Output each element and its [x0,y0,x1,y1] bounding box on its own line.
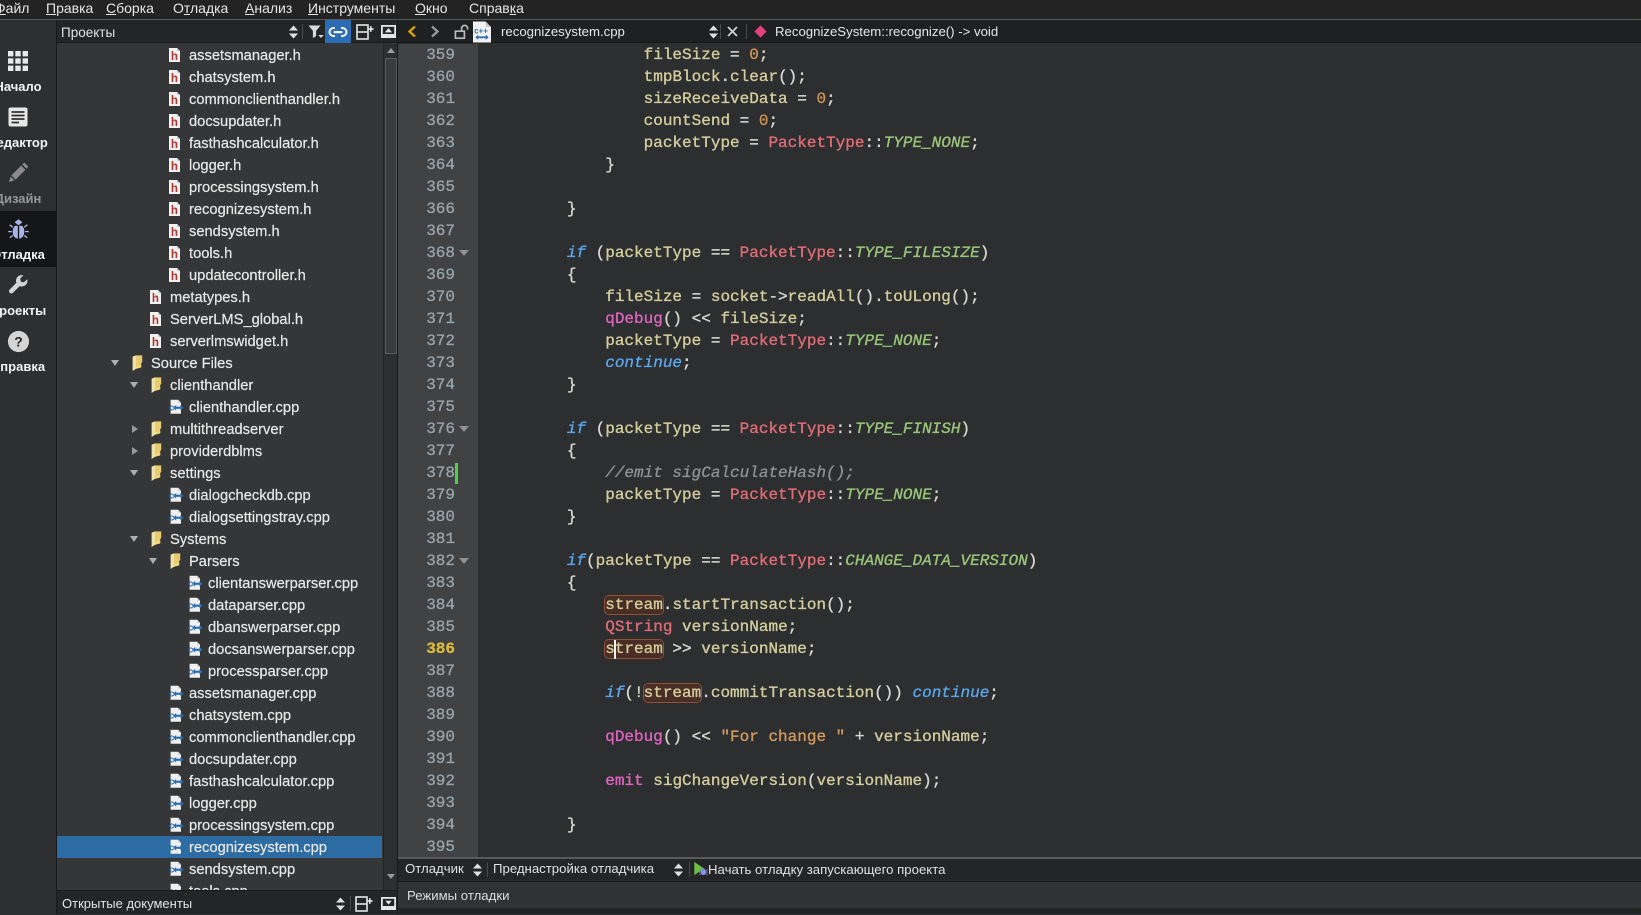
svg-text:h: h [152,315,159,327]
svg-text:?: ? [14,333,23,349]
svg-text:h: h [171,51,178,63]
svg-text:h: h [171,73,178,85]
svg-text:h: h [152,337,159,349]
svg-text:h: h [171,271,178,283]
svg-text:h: h [171,117,178,129]
svg-text:h: h [171,249,178,261]
svg-text:h: h [171,205,178,217]
svg-text:h: h [152,293,159,305]
svg-text:c++: c++ [474,27,488,36]
svg-text:h: h [171,183,178,195]
svg-text:h: h [171,95,178,107]
svg-text:h: h [171,161,178,173]
svg-text:h: h [171,139,178,151]
svg-text:h: h [171,227,178,239]
